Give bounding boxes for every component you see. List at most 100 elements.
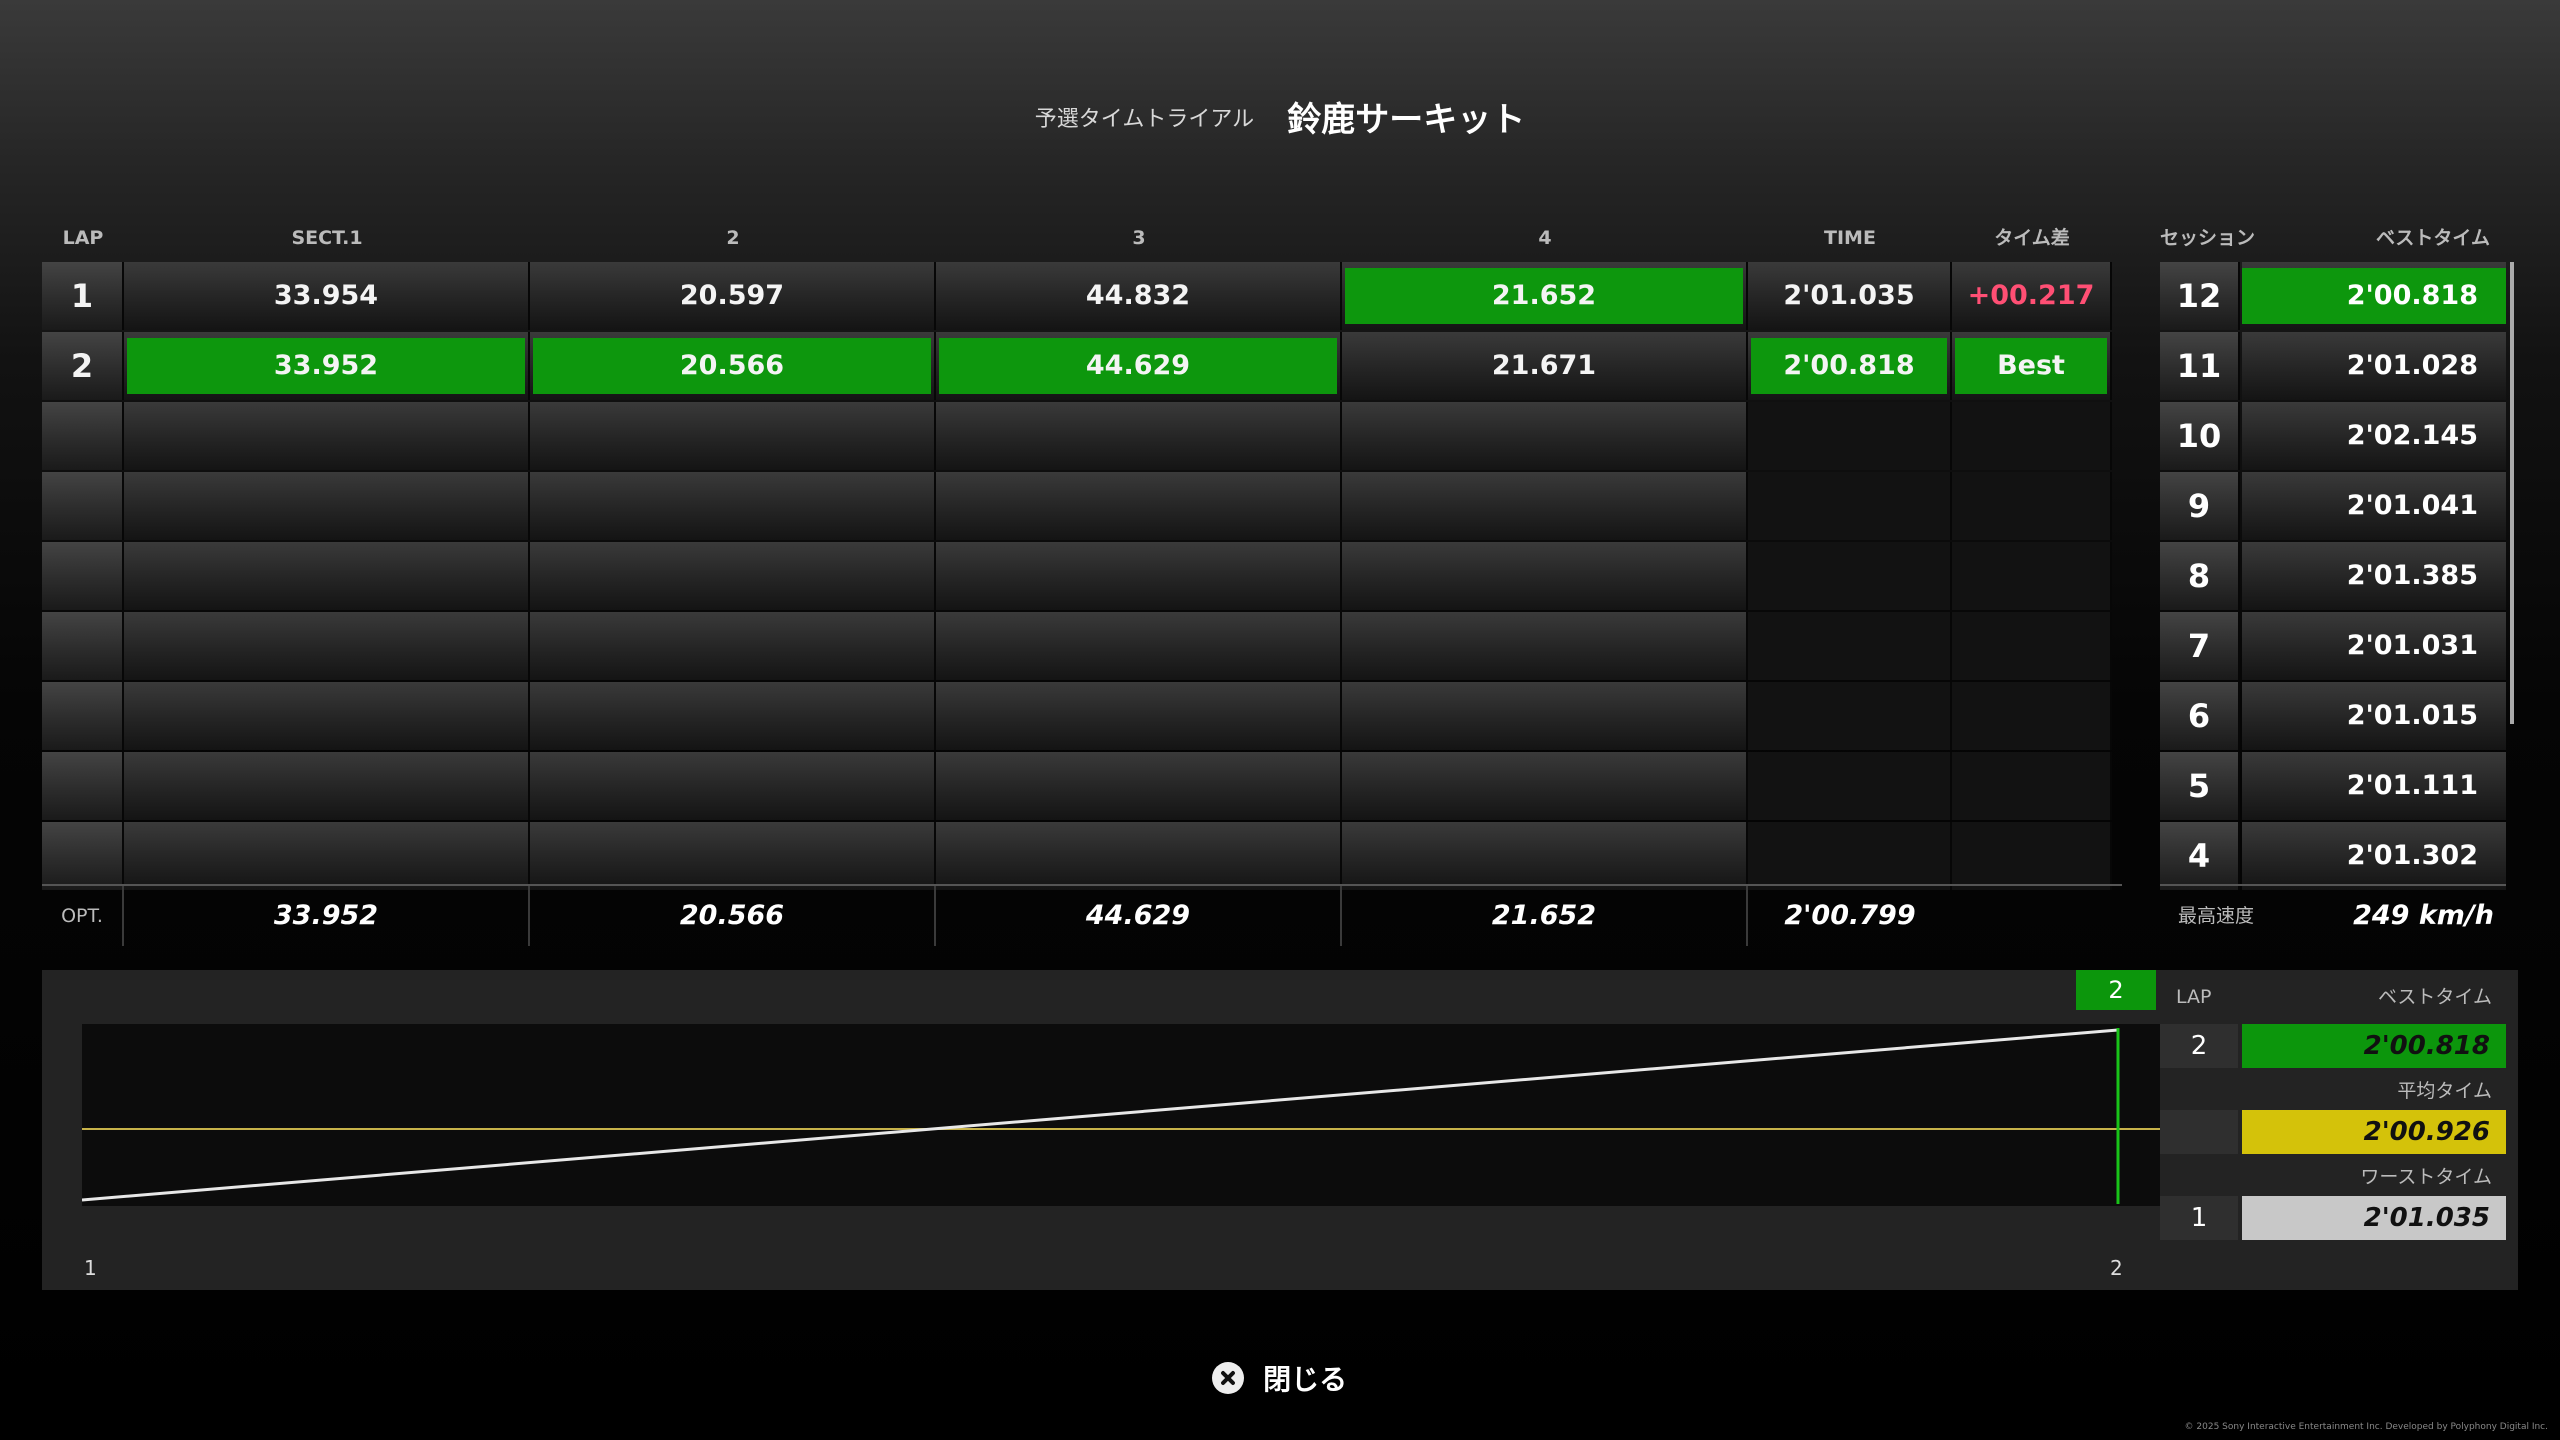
cross-button-icon <box>1212 1362 1244 1394</box>
sector-2-time: 20.597 <box>530 262 936 330</box>
stats-avg-time: 2'00.926 <box>2242 1110 2506 1154</box>
sector-4-time: 21.652 <box>1342 262 1748 330</box>
copyright: © 2025 Sony Interactive Entertainment In… <box>2184 1422 2548 1432</box>
stats-best-lap: 2 <box>2160 1024 2238 1068</box>
graph-x-end: 2 <box>2110 1256 2123 1280</box>
top-speed-value: 249 km/h <box>2353 900 2494 931</box>
session-number: 4 <box>2160 822 2240 890</box>
session-best-time: 2'01.015 <box>2242 682 2506 750</box>
session-best-time: 2'02.145 <box>2242 402 2506 470</box>
session-scrollbar[interactable] <box>2510 262 2514 724</box>
list-item[interactable]: 9 2'01.041 <box>2160 472 2506 540</box>
lap-time: 2'00.818 <box>1748 332 1952 400</box>
header-sector-1: SECT.1 <box>291 227 363 249</box>
list-item[interactable]: 8 2'01.385 <box>2160 542 2506 610</box>
session-number: 7 <box>2160 612 2240 680</box>
lap-time-trend-line <box>82 1028 2119 1202</box>
table-row-empty <box>42 402 2122 470</box>
session-number: 12 <box>2160 262 2240 330</box>
stats-avg-row: 2'00.926 <box>2160 1110 2506 1154</box>
header-diff: タイム差 <box>1994 227 2070 249</box>
sector-1-time: 33.954 <box>124 262 530 330</box>
optimal-sector-1: 33.952 <box>124 886 530 946</box>
stats-worst-time: 2'01.035 <box>2242 1196 2506 1240</box>
table-row-empty <box>42 542 2122 610</box>
optimal-sector-2: 20.566 <box>530 886 936 946</box>
session-best-time: 2'01.028 <box>2242 332 2506 400</box>
session-best-time: 2'01.041 <box>2242 472 2506 540</box>
track-name: 鈴鹿サーキット <box>1287 100 1526 140</box>
list-item[interactable]: 5 2'01.111 <box>2160 752 2506 820</box>
optimal-label: OPT. <box>42 886 124 946</box>
graph-x-start: 1 <box>84 1256 97 1280</box>
sector-2-best: 20.566 <box>679 350 785 381</box>
lap-diff-best: Best <box>1997 350 2065 381</box>
optimal-sector-4: 21.652 <box>1342 886 1748 946</box>
header-lap: LAP <box>62 227 104 249</box>
session-best-time: 2'01.385 <box>2242 542 2506 610</box>
sector-3-time: 44.629 <box>936 332 1342 400</box>
session-number: 8 <box>2160 542 2240 610</box>
stats-worst-row: 1 2'01.035 <box>2160 1196 2506 1240</box>
mode-label: 予選タイムトライアル <box>1034 106 1255 132</box>
sector-3-best: 44.629 <box>1085 350 1191 381</box>
close-label: 閉じる <box>1263 1363 1348 1396</box>
top-speed: 最高速度 249 km/h <box>2160 884 2506 946</box>
session-best-time: 2'01.302 <box>2242 822 2506 890</box>
header-sector-2: 2 <box>726 227 740 249</box>
session-number: 10 <box>2160 402 2240 470</box>
lap-diff: Best <box>1952 332 2112 400</box>
lap-number: 1 <box>42 262 124 330</box>
list-item[interactable]: 7 2'01.031 <box>2160 612 2506 680</box>
table-row[interactable]: 2 33.952 20.566 44.629 21.671 2'00.818 B… <box>42 332 2122 400</box>
sector-4-best: 21.652 <box>1491 280 1597 311</box>
list-item[interactable]: 10 2'02.145 <box>2160 402 2506 470</box>
close-button[interactable]: 閉じる <box>1212 1358 1347 1398</box>
session-number: 5 <box>2160 752 2240 820</box>
optimal-sector-3: 44.629 <box>936 886 1342 946</box>
header-sector-3: 3 <box>1132 227 1146 249</box>
session-best-highlight: 2'00.818 <box>2346 280 2478 311</box>
list-item[interactable]: 11 2'01.028 <box>2160 332 2506 400</box>
lap-time-best: 2'00.818 <box>1783 350 1915 381</box>
graph-plot-area <box>82 1024 2160 1206</box>
optimal-time: 2'00.799 <box>1784 900 1916 931</box>
sector-4-time: 21.671 <box>1342 332 1748 400</box>
graph-lap-badge: 2 <box>2076 970 2156 1010</box>
stats-best-row: 2 2'00.818 <box>2160 1024 2506 1068</box>
sector-1-time: 33.952 <box>124 332 530 400</box>
stats-best-time: 2'00.818 <box>2242 1024 2506 1068</box>
list-item[interactable]: 6 2'01.015 <box>2160 682 2506 750</box>
stats-worst-lap: 1 <box>2160 1196 2238 1240</box>
table-row-empty <box>42 612 2122 680</box>
sector-2-time: 20.566 <box>530 332 936 400</box>
list-item[interactable]: 4 2'01.302 <box>2160 822 2506 890</box>
session-best-time: 2'00.818 <box>2242 262 2506 330</box>
stats-worst-header: ワーストタイム <box>2360 1166 2492 1188</box>
session-best-time: 2'01.111 <box>2242 752 2506 820</box>
sector-1-best: 33.952 <box>273 350 379 381</box>
stats-avg-header: 平均タイム <box>2397 1080 2492 1102</box>
lap-number: 2 <box>42 332 124 400</box>
list-item[interactable]: 12 2'00.818 <box>2160 262 2506 330</box>
header-time: TIME <box>1824 227 1876 249</box>
stats-avg-lap <box>2160 1110 2238 1154</box>
optimal-row: OPT. 33.952 20.566 44.629 21.652 2'00.79… <box>42 884 2122 946</box>
stats-best-header: ベストタイム <box>2377 986 2492 1008</box>
table-row[interactable]: 1 33.954 20.597 44.832 21.652 2'01.035 +… <box>42 262 2122 330</box>
lap-diff: +00.217 <box>1952 262 2112 330</box>
session-number: 9 <box>2160 472 2240 540</box>
table-row-empty <box>42 752 2122 820</box>
session-best-time: 2'01.031 <box>2242 612 2506 680</box>
sector-3-time: 44.832 <box>936 262 1342 330</box>
header-session: セッション <box>2160 227 2256 249</box>
page-title: 予選タイムトライアル 鈴鹿サーキット <box>0 92 2560 141</box>
table-row-empty <box>42 822 2122 890</box>
stats-lap-header: LAP <box>2176 986 2212 1008</box>
top-speed-label: 最高速度 <box>2178 905 2255 927</box>
table-row-empty <box>42 682 2122 750</box>
session-number: 6 <box>2160 682 2240 750</box>
graph-svg <box>82 1028 2160 1204</box>
session-number: 11 <box>2160 332 2240 400</box>
header-sector-4: 4 <box>1538 227 1552 249</box>
